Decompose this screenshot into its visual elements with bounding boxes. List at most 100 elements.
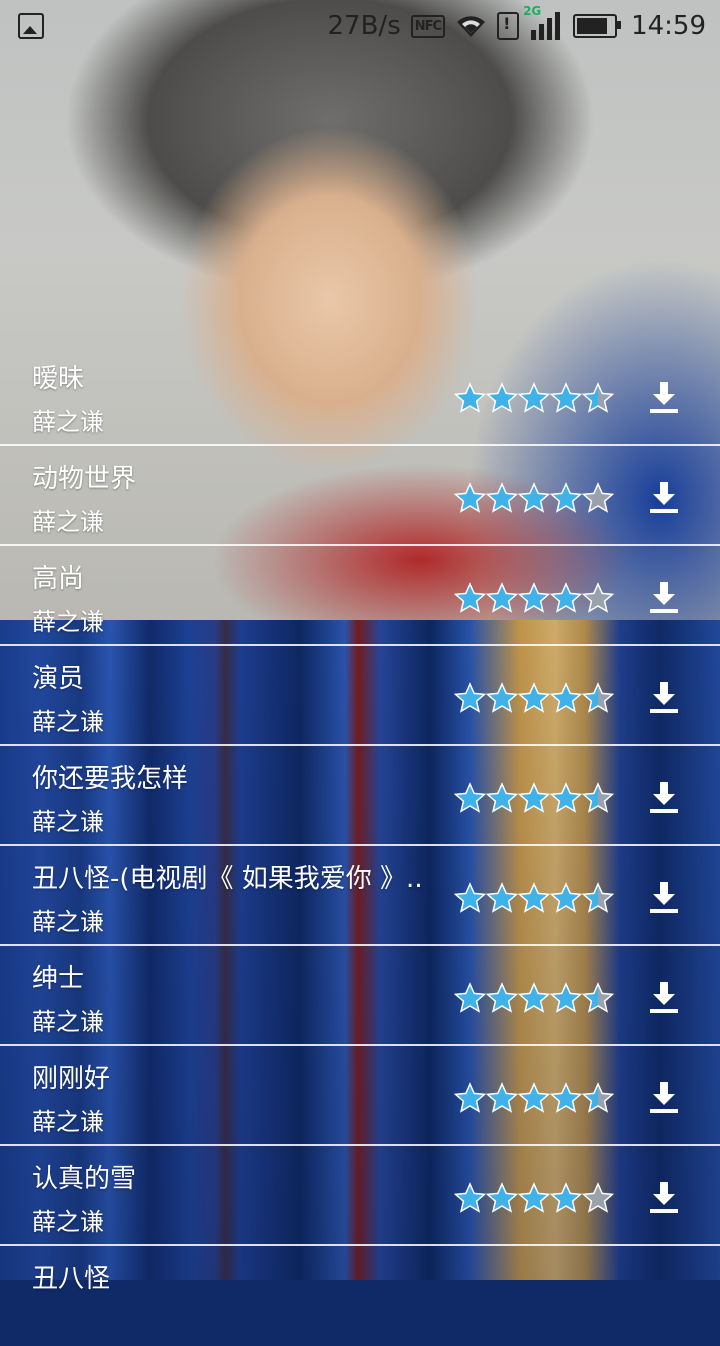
star-icon	[486, 982, 518, 1013]
song-title: 高尚	[32, 564, 85, 594]
song-artist: 薛之谦	[32, 1208, 104, 1236]
song-title: 丑八怪-(电视剧《 如果我爱你 》..	[32, 864, 423, 894]
star-icon	[454, 982, 486, 1013]
rating-stars	[454, 682, 614, 714]
song-row[interactable]: 丑八怪	[0, 1246, 720, 1346]
sim-alert-icon	[497, 12, 520, 40]
star-icon	[582, 382, 614, 413]
star-icon	[582, 1082, 614, 1113]
star-icon	[518, 582, 550, 613]
song-artist: 薛之谦	[32, 708, 104, 736]
rating-stars	[454, 982, 614, 1014]
download-icon[interactable]	[648, 880, 680, 914]
star-icon	[550, 1082, 582, 1113]
star-icon	[518, 682, 550, 713]
song-title: 你还要我怎样	[32, 764, 189, 794]
clock: 14:59	[631, 11, 706, 41]
star-icon	[550, 1182, 582, 1213]
star-icon	[486, 482, 518, 513]
song-artist: 薛之谦	[32, 508, 104, 536]
song-title: 刚刚好	[32, 1064, 111, 1094]
song-artist: 薛之谦	[32, 808, 104, 836]
star-icon	[518, 1182, 550, 1213]
star-icon	[518, 482, 550, 513]
download-icon[interactable]	[648, 580, 680, 614]
song-title: 认真的雪	[32, 1164, 137, 1194]
star-icon	[486, 1182, 518, 1213]
song-artist: 薛之谦	[32, 608, 104, 636]
song-row[interactable]: 丑八怪-(电视剧《 如果我爱你 》.. 薛之谦	[0, 846, 720, 946]
star-icon	[550, 782, 582, 813]
star-icon	[582, 782, 614, 813]
star-icon	[454, 1182, 486, 1213]
star-icon	[486, 582, 518, 613]
song-row[interactable]: 刚刚好 薛之谦	[0, 1046, 720, 1146]
download-icon[interactable]	[648, 780, 680, 814]
battery-icon	[573, 14, 622, 38]
download-icon[interactable]	[648, 680, 680, 714]
rating-stars	[454, 582, 614, 614]
download-icon[interactable]	[648, 380, 680, 414]
rating-stars	[454, 1182, 614, 1214]
star-icon	[454, 1082, 486, 1113]
song-title: 暧昧	[32, 364, 85, 394]
download-icon[interactable]	[648, 1080, 680, 1114]
song-title: 演员	[32, 664, 85, 694]
star-icon	[518, 782, 550, 813]
status-bar: 27B/s NFC 2G 14:59	[0, 0, 720, 52]
star-icon	[582, 882, 614, 913]
download-icon[interactable]	[648, 1180, 680, 1214]
star-icon	[550, 882, 582, 913]
song-row[interactable]: 高尚 薛之谦	[0, 546, 720, 646]
song-row[interactable]: 暧昧 薛之谦	[0, 346, 720, 446]
song-row[interactable]: 绅士 薛之谦	[0, 946, 720, 1046]
rating-stars	[454, 782, 614, 814]
star-icon	[454, 482, 486, 513]
star-icon	[518, 882, 550, 913]
star-icon	[518, 982, 550, 1013]
star-icon	[454, 782, 486, 813]
rating-stars	[454, 482, 614, 514]
song-title: 丑八怪	[32, 1264, 111, 1294]
star-icon	[550, 382, 582, 413]
star-icon	[582, 1182, 614, 1213]
star-icon	[486, 782, 518, 813]
song-row[interactable]: 动物世界 薛之谦	[0, 446, 720, 546]
download-icon[interactable]	[648, 480, 680, 514]
song-row[interactable]: 你还要我怎样 薛之谦	[0, 746, 720, 846]
star-icon	[486, 1082, 518, 1113]
song-row[interactable]: 演员 薛之谦	[0, 646, 720, 746]
star-icon	[454, 382, 486, 413]
star-icon	[582, 582, 614, 613]
star-icon	[550, 982, 582, 1013]
star-icon	[550, 682, 582, 713]
star-icon	[486, 882, 518, 913]
song-title: 绅士	[32, 964, 85, 994]
gallery-icon	[18, 13, 44, 39]
star-icon	[582, 982, 614, 1013]
song-list: 暧昧 薛之谦 动物世界 薛之谦 高尚 薛之谦 演员 薛之谦 你还要我怎样 薛之谦 丑八怪-(电视剧《…	[0, 346, 720, 1346]
star-icon	[582, 482, 614, 513]
network-type-label: 2G	[523, 4, 542, 18]
star-icon	[486, 382, 518, 413]
rating-stars	[454, 1082, 614, 1114]
rating-stars	[454, 882, 614, 914]
network-speed: 27B/s	[327, 11, 401, 41]
song-row[interactable]: 认真的雪 薛之谦	[0, 1146, 720, 1246]
song-artist: 薛之谦	[32, 1008, 104, 1036]
download-icon[interactable]	[648, 980, 680, 1014]
star-icon	[454, 682, 486, 713]
rating-stars	[454, 382, 614, 414]
song-artist: 薛之谦	[32, 1108, 104, 1136]
star-icon	[550, 582, 582, 613]
star-icon	[518, 1082, 550, 1113]
song-artist: 薛之谦	[32, 908, 104, 936]
song-title: 动物世界	[32, 464, 137, 494]
star-icon	[518, 382, 550, 413]
song-artist: 薛之谦	[32, 408, 104, 436]
signal-icon: 2G	[523, 4, 563, 40]
star-icon	[454, 882, 486, 913]
star-icon	[582, 682, 614, 713]
nfc-icon: NFC	[410, 14, 446, 38]
wifi-icon	[457, 16, 486, 37]
